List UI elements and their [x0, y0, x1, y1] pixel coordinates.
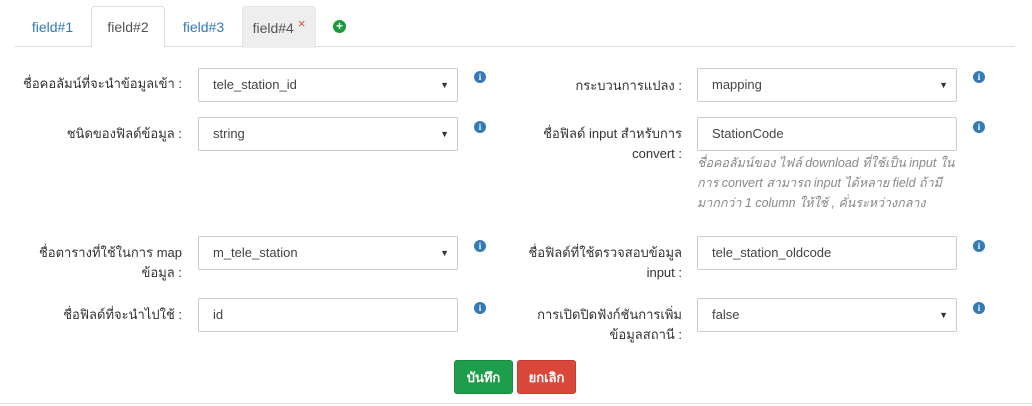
input-field-label-line1: ชื่อฟิลด์ input สำหรับการ: [543, 126, 682, 141]
chevron-down-icon: ▼: [440, 248, 449, 258]
tab-field-4[interactable]: field#4 ×: [242, 6, 316, 48]
info-icon[interactable]: i: [474, 121, 486, 133]
info-icon[interactable]: i: [973, 302, 985, 314]
map-table-label-line1: ชื่อตารางที่ใช้ในการ map: [38, 245, 182, 260]
map-table-label: ชื่อตารางที่ใช้ในการ map ข้อมูล :: [10, 243, 182, 283]
save-button[interactable]: บันทึก: [454, 360, 513, 394]
help-line: การ convert สามารถ input ได้หลาย field ถ…: [697, 176, 942, 190]
field-type-value: string: [213, 126, 245, 141]
chevron-down-icon: ▼: [939, 310, 948, 320]
check-field-label: ชื่อฟิลด์ที่ใช้ตรวจสอบข้อมูล input :: [490, 243, 682, 283]
info-icon[interactable]: i: [973, 240, 985, 252]
info-icon[interactable]: i: [474, 240, 486, 252]
input-field-help: ชื่อคอลัมน์ของ ไฟล์ download ที่ใช้เป็น …: [697, 153, 967, 213]
map-table-label-line2: ข้อมูล :: [141, 265, 182, 280]
tab-label: field#1: [31, 19, 74, 35]
info-icon[interactable]: i: [474, 71, 486, 83]
input-field-value: StationCode: [712, 126, 784, 141]
target-field-value: id: [213, 307, 224, 322]
field-type-label: ชนิดของฟิลด์ข้อมูล :: [66, 126, 182, 141]
check-field-label-line1: ชื่อฟิลด์ที่ใช้ตรวจสอบข้อมูล: [528, 245, 682, 260]
add-station-select[interactable]: false ▼: [697, 298, 957, 332]
divider: [0, 403, 1032, 404]
add-station-value: false: [712, 307, 740, 322]
tab-label: field#2: [107, 19, 149, 35]
tab-bar: field#1 field#2 field#3 field#4 × +: [15, 0, 1015, 48]
chevron-down-icon: ▼: [440, 129, 449, 139]
process-value: mapping: [712, 77, 762, 92]
input-field-label-line2: convert :: [632, 146, 682, 161]
source-column-select[interactable]: tele_station_id ▼: [198, 68, 458, 102]
tab-label: field#3: [182, 19, 225, 35]
source-column-label: ชื่อคอลัมน์ที่จะนำข้อมูลเข้า :: [23, 76, 182, 91]
tab-field-1[interactable]: field#1: [15, 6, 90, 48]
field-type-select[interactable]: string ▼: [198, 117, 458, 151]
chevron-down-icon: ▼: [939, 80, 948, 90]
process-select[interactable]: mapping ▼: [697, 68, 957, 102]
cancel-button[interactable]: ยกเลิก: [517, 360, 576, 394]
source-column-value: tele_station_id: [213, 77, 297, 92]
check-field-label-line2: input :: [646, 265, 682, 280]
tab-label: field#4: [252, 19, 294, 36]
map-table-select[interactable]: m_tele_station ▼: [198, 236, 458, 270]
tab-field-2[interactable]: field#2: [91, 6, 165, 48]
plus-circle-icon[interactable]: +: [333, 20, 346, 33]
target-field-text[interactable]: id: [198, 298, 458, 332]
map-table-value: m_tele_station: [213, 245, 298, 260]
check-field-text[interactable]: tele_station_oldcode: [697, 236, 957, 270]
info-icon[interactable]: i: [973, 121, 985, 133]
target-field-label: ชื่อฟิลด์ที่จะนำไปใช้ :: [63, 307, 182, 322]
add-station-label-line1: การเปิดปิดฟังก์ชันการเพิ่ม: [537, 307, 682, 322]
input-field-label: ชื่อฟิลด์ input สำหรับการ convert :: [490, 124, 682, 164]
check-field-value: tele_station_oldcode: [712, 245, 832, 260]
info-icon[interactable]: i: [973, 71, 985, 83]
tab-field-3[interactable]: field#3: [166, 6, 241, 48]
close-icon[interactable]: ×: [298, 16, 306, 31]
add-station-label: การเปิดปิดฟังก์ชันการเพิ่ม ข้อมูลสถานี :: [490, 305, 682, 345]
input-field-text[interactable]: StationCode: [697, 117, 957, 151]
add-station-label-line2: ข้อมูลสถานี :: [609, 327, 682, 342]
chevron-down-icon: ▼: [440, 80, 449, 90]
info-icon[interactable]: i: [474, 302, 486, 314]
process-label: กระบวนการแปลง :: [575, 78, 682, 93]
help-line: ชื่อคอลัมน์ของ ไฟล์ download ที่ใช้เป็น …: [697, 156, 955, 170]
help-line: มากกว่า 1 column ให้ใช้ , คั่นระหว่างกลา…: [697, 196, 926, 210]
